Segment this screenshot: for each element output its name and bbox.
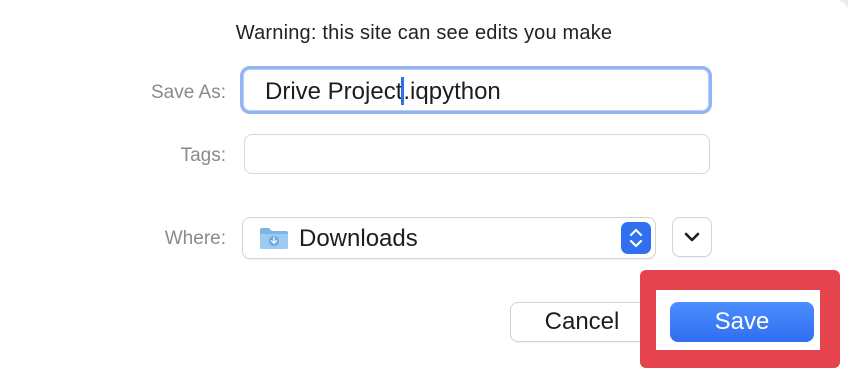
expand-dialog-button[interactable] [672, 217, 712, 257]
up-down-chevron-icon[interactable] [621, 222, 651, 254]
downloads-folder-icon [260, 228, 288, 249]
filename-extension: .iqpython [403, 78, 501, 105]
where-label: Where: [164, 228, 226, 249]
save-button[interactable]: Save [670, 302, 814, 342]
warning-text: Warning: this site can see edits you mak… [235, 22, 613, 44]
save-as-value: Drive Project.iqpython [265, 77, 501, 106]
tags-field[interactable] [244, 134, 710, 174]
where-select[interactable]: Downloads [242, 217, 656, 259]
filename-base: Drive Project [265, 78, 403, 105]
save-dialog: Warning: this site can see edits you mak… [0, 0, 848, 376]
cancel-button[interactable]: Cancel [510, 302, 654, 342]
save-as-label: Save As: [151, 82, 226, 103]
chevron-down-icon [684, 232, 700, 242]
where-value: Downloads [299, 225, 418, 252]
save-as-field[interactable]: Drive Project.iqpython [240, 66, 712, 114]
tags-label: Tags: [180, 145, 226, 166]
